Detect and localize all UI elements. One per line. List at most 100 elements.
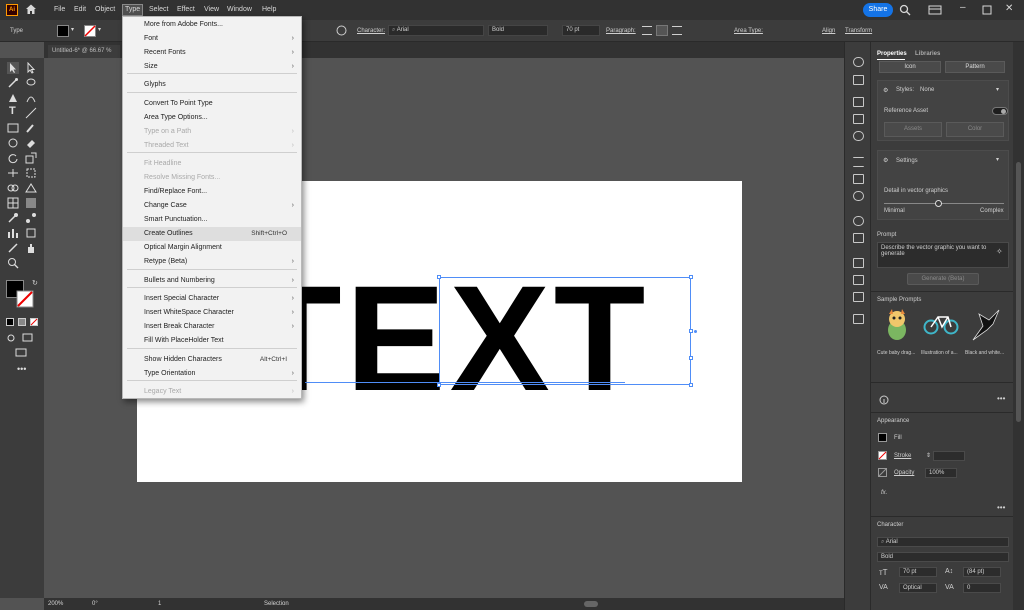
close-icon[interactable]: ✕ (1005, 3, 1013, 14)
prompt-input[interactable]: Describe the vector graphic you want to … (877, 242, 1009, 268)
selection-handle[interactable] (689, 329, 693, 333)
leading-field[interactable]: (84 pt) (963, 567, 1001, 577)
appearance-fill-swatch[interactable] (878, 433, 887, 442)
properties-scrollbar[interactable] (1013, 42, 1024, 610)
styles-value[interactable]: None (920, 87, 934, 93)
swap-colors-icon[interactable]: ↻ (32, 279, 38, 287)
text-thread-port-icon[interactable] (694, 330, 697, 333)
sample-prompt-bicycle[interactable]: Illustration of a... (921, 306, 961, 360)
minimize-icon[interactable]: – (960, 2, 966, 13)
font-family-field[interactable]: ⌕ Arial (388, 25, 484, 36)
home-icon[interactable] (25, 3, 37, 15)
rotate-tool-icon[interactable] (7, 152, 19, 164)
search-icon[interactable] (899, 4, 911, 16)
pen-tool-icon[interactable] (7, 92, 19, 104)
artboards-icon[interactable] (853, 292, 864, 302)
selection-handle[interactable] (689, 356, 693, 360)
color-button[interactable]: Color (946, 122, 1004, 137)
hand-tool-icon[interactable] (25, 242, 37, 254)
more-options-icon[interactable]: ••• (997, 503, 1005, 512)
menu-item-fill-with-placeholder-text[interactable]: Fill With PlaceHolder Text (123, 334, 301, 348)
symbols-icon[interactable] (853, 131, 864, 141)
transform-panel-icon[interactable] (853, 174, 864, 184)
menu-item-insert-special-character[interactable]: Insert Special Character › (123, 292, 301, 306)
width-tool-icon[interactable] (7, 167, 19, 179)
fx-button[interactable]: fx. (881, 490, 887, 496)
chevron-down-icon[interactable]: ▾ (98, 26, 101, 33)
stroke-label[interactable]: Stroke (894, 453, 911, 459)
direct-selection-tool-icon[interactable] (25, 62, 37, 74)
align-left-icon[interactable] (642, 26, 652, 35)
menu-item-insert-whitespace-character[interactable]: Insert WhiteSpace Character › (123, 306, 301, 320)
menu-item-recent-fonts[interactable]: Recent Fonts › (123, 46, 301, 60)
menu-type[interactable]: Type (122, 4, 144, 16)
menu-object[interactable]: Object (95, 6, 115, 13)
draw-normal-icon[interactable] (6, 333, 17, 342)
selection-handle[interactable] (437, 383, 441, 387)
menu-item-more-from-adobe-fonts[interactable]: More from Adobe Fonts... (123, 18, 301, 32)
menu-item-type-orientation[interactable]: Type Orientation › (123, 367, 301, 381)
sample-prompt-dragon[interactable]: Cute baby drag... (877, 306, 917, 360)
menu-help[interactable]: Help (262, 6, 276, 13)
pattern-button[interactable]: Pattern (945, 61, 1005, 73)
detail-slider-knob[interactable] (935, 200, 942, 207)
arrange-documents-icon[interactable] (928, 5, 942, 15)
layers-icon[interactable] (853, 75, 864, 85)
align-panel-icon[interactable] (853, 157, 864, 167)
chevron-down-icon[interactable]: ▾ (996, 86, 999, 93)
transform-link[interactable]: Transform (845, 28, 872, 34)
image-trace-icon[interactable] (853, 114, 864, 124)
gradient-mode-icon[interactable] (18, 318, 26, 326)
perspective-grid-tool-icon[interactable] (25, 182, 37, 194)
mesh-tool-icon[interactable] (7, 197, 19, 209)
lasso-tool-icon[interactable] (25, 77, 37, 89)
appearance-panel-icon[interactable] (853, 216, 864, 226)
more-options-icon[interactable]: ••• (997, 394, 1005, 403)
menu-item-find-replace-font[interactable]: Find/Replace Font... (123, 185, 301, 199)
recolor-icon[interactable] (336, 25, 347, 36)
tab-libraries[interactable]: Libraries (915, 51, 940, 57)
type-tool-icon[interactable]: T (9, 105, 21, 117)
menu-item-size[interactable]: Size › (123, 60, 301, 74)
font-family-field[interactable]: ⌕ Arial (877, 537, 1009, 547)
share-button[interactable]: Share (863, 3, 893, 17)
curvature-tool-icon[interactable] (25, 92, 37, 104)
font-size-field[interactable]: 70 pt (562, 25, 600, 36)
align-right-icon[interactable] (672, 26, 682, 35)
export-icon[interactable] (853, 275, 864, 285)
assets-button[interactable]: Assets (884, 122, 942, 137)
character-link[interactable]: Character: (357, 28, 385, 34)
artboard-number[interactable]: 1 (158, 601, 161, 607)
info-icon[interactable] (879, 395, 889, 405)
draw-inside-icon[interactable] (22, 333, 33, 342)
menu-item-retype-beta[interactable]: Retype (Beta) › (123, 255, 301, 269)
font-style-field[interactable]: Bold (877, 552, 1009, 562)
opacity-field[interactable]: 100% (925, 468, 957, 478)
stroke-weight-field[interactable] (933, 451, 965, 461)
zoom-tool-icon[interactable] (7, 257, 19, 269)
menu-window[interactable]: Window (227, 6, 252, 13)
fill-swatch[interactable] (57, 25, 69, 37)
kerning-field[interactable]: Optical (899, 583, 937, 593)
zoom-level[interactable]: 200% (48, 601, 63, 607)
icon-button[interactable]: Icon (879, 61, 941, 73)
menu-edit[interactable]: Edit (74, 6, 86, 13)
none-mode-icon[interactable] (30, 318, 38, 326)
comments-icon[interactable] (853, 314, 864, 324)
menu-file[interactable]: File (54, 6, 65, 13)
font-style-field[interactable]: Bold (488, 25, 548, 36)
rotation-value[interactable]: 0° (92, 601, 98, 607)
menu-item-convert-to-point-type[interactable]: Convert To Point Type (123, 97, 301, 111)
blend-tool-icon[interactable] (25, 212, 37, 224)
free-transform-tool-icon[interactable] (25, 167, 37, 179)
sample-prompt-bird[interactable]: Black and white... (965, 306, 1005, 360)
area-type-link[interactable]: Area Type: (734, 28, 763, 34)
gradient-tool-icon[interactable] (25, 197, 37, 209)
menu-item-smart-punctuation[interactable]: Smart Punctuation... (123, 213, 301, 227)
shaper-tool-icon[interactable] (7, 137, 19, 149)
paragraph-link[interactable]: Paragraph: (606, 28, 636, 34)
graphic-styles-icon[interactable] (853, 233, 864, 243)
document-tab[interactable]: Untitled-6* @ 66.67 % (48, 45, 120, 58)
menu-item-bullets-and-numbering[interactable]: Bullets and Numbering › (123, 274, 301, 288)
selection-handle[interactable] (689, 275, 693, 279)
